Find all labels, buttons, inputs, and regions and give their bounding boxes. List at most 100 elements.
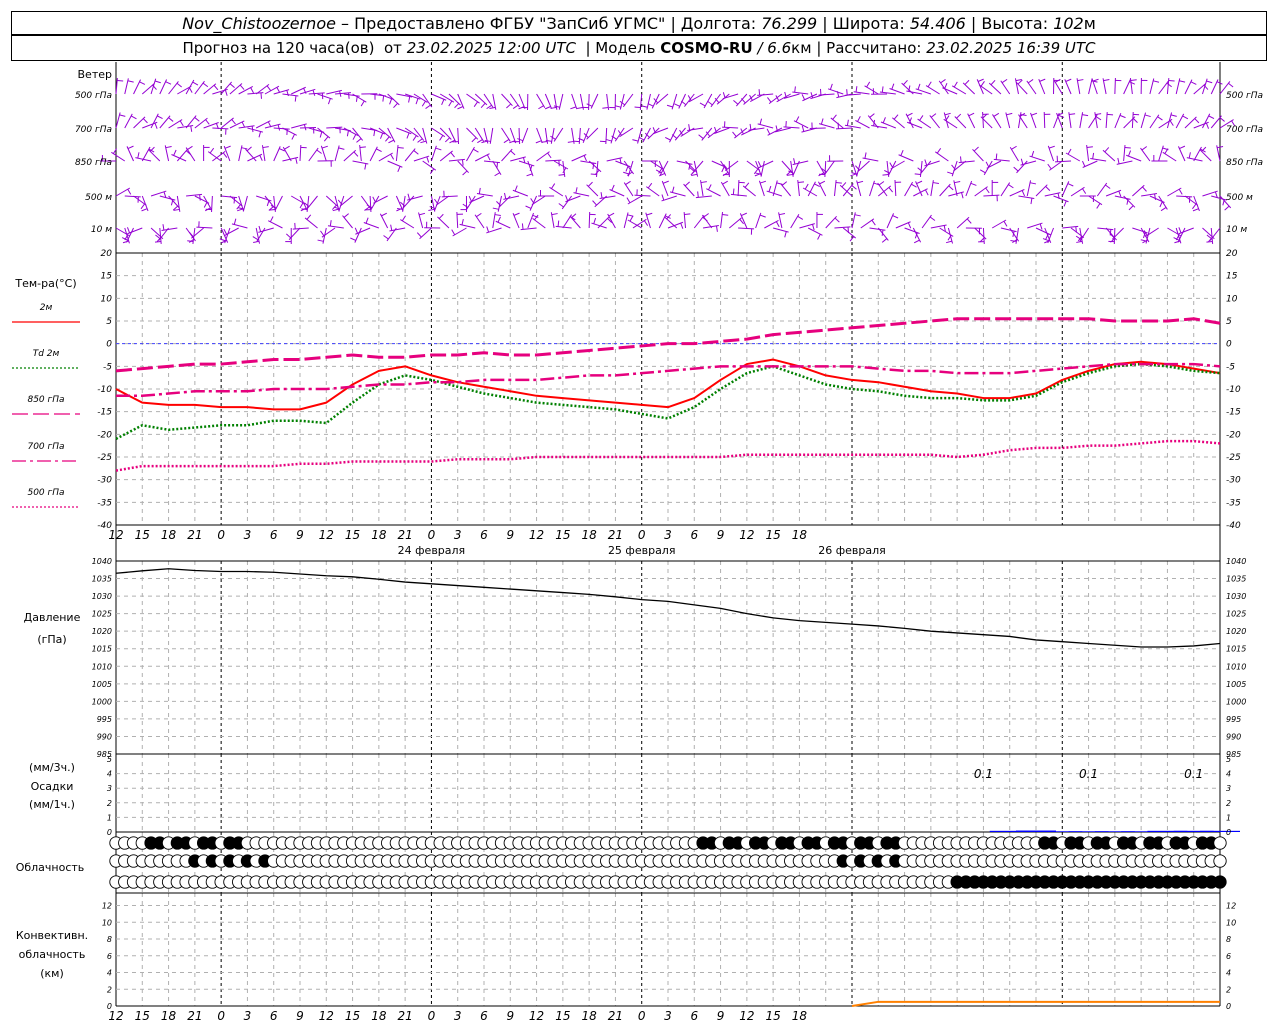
wind-barb-feather [973, 146, 979, 152]
wind-barb-feather [137, 152, 140, 159]
wind-barb-feather [600, 192, 603, 199]
wind-barb-feather [413, 150, 419, 155]
temp-legend-label: Td 2м [33, 349, 60, 359]
wind-barb [220, 117, 234, 129]
wind-barb-feather [846, 89, 848, 96]
wind-barb-feather [722, 92, 726, 99]
hour-label-bottom: 18 [792, 1009, 808, 1023]
wind-barb-feather [393, 102, 398, 109]
wind-barb-feather [966, 218, 972, 224]
wind-level-right: 10 м [1226, 225, 1247, 235]
wind-barb-feather [960, 156, 962, 163]
wind-barb-feather [1027, 79, 1034, 84]
hour-label-bottom: 3 [454, 1009, 462, 1023]
hour-label-bottom: 9 [717, 1009, 725, 1023]
wind-barb-feather [948, 185, 954, 191]
wind-barb [437, 216, 450, 229]
wind-barb-feather [154, 80, 161, 84]
wind-level-left: 500 м [85, 193, 112, 203]
wind-barb-feather [421, 100, 426, 107]
wind-barb-feather [241, 147, 248, 150]
hour-label-bottom: 9 [296, 1009, 304, 1023]
pressure-tick-left: 1010 [92, 662, 112, 671]
wind-barb-feather [165, 145, 172, 149]
wind-barb-feather [154, 241, 162, 243]
wind-barb-feather [461, 218, 464, 226]
wind-barb-feather [1095, 113, 1102, 116]
wind-barb-feather [365, 217, 369, 224]
series-layer [115, 317, 1240, 1007]
temp-legend-label: 700 гПа [27, 442, 64, 452]
precip-unit-3h: (мм/3ч.) [29, 761, 75, 774]
wind-barb-feather [721, 166, 725, 173]
wind-barb-feather [1015, 79, 1022, 82]
wind-barb-feather [250, 87, 254, 94]
wind-barb-feather [907, 222, 912, 229]
wind-barb-feather [1214, 191, 1218, 198]
hour-label-mid: 15 [766, 528, 781, 542]
conv-tick-left: 8 [107, 935, 112, 944]
wind-barb-feather [641, 105, 648, 108]
temp-tick-left: -5 [103, 362, 112, 372]
wind-barb-feather [557, 220, 560, 227]
wind-barb-feather [662, 180, 669, 184]
hour-label-mid: 15 [555, 528, 570, 542]
wind-barb [725, 160, 739, 172]
wind-barb-feather [608, 212, 615, 217]
wind-barb-feather [1092, 78, 1099, 82]
wind-barb-feather [478, 187, 481, 194]
wind-barb-feather [1192, 203, 1197, 210]
wind-barb-feather [173, 149, 177, 156]
wind-barb-feather [1082, 114, 1089, 117]
conv-tick-left: 6 [107, 952, 112, 961]
wind-barb-feather [359, 146, 366, 148]
hour-label-bottom: 12 [108, 1009, 123, 1023]
wind-barb-feather [538, 105, 544, 110]
wind-barb-feather [570, 106, 577, 110]
hour-label-mid: 12 [108, 528, 123, 542]
wind-barb-feather [674, 103, 680, 107]
wind-barb-feather [968, 112, 975, 117]
wind-barb-feather [1219, 117, 1225, 122]
wind-barb-feather [944, 112, 951, 116]
pressure-tick-right: 1040 [1226, 557, 1246, 566]
wind-barb-feather [697, 191, 699, 198]
wind-barb-feather [936, 147, 942, 154]
hour-label-bottom: 0 [428, 1009, 436, 1023]
wind-barb-feather [869, 113, 875, 118]
wind-barb [862, 157, 879, 162]
hour-label-mid: 18 [371, 528, 387, 542]
wind-barb-feather [494, 214, 501, 216]
precip-tick-right: 4 [1226, 770, 1231, 779]
wind-barb-feather [680, 222, 684, 229]
pressure-tick-right: 1000 [1226, 697, 1246, 706]
wind-barb-feather [122, 240, 129, 244]
hour-label-mid: 0 [428, 528, 436, 542]
wind-barb-feather [127, 145, 134, 150]
conv-unit: (км) [40, 967, 64, 980]
wind-barb-feather [1179, 80, 1186, 83]
temp-tick-left: 15 [101, 272, 113, 282]
wind-barb-feather [722, 180, 728, 185]
hour-label-bottom: 6 [480, 1009, 488, 1023]
wind-barb-feather [306, 214, 312, 220]
temp-title: Тем-ра(°C) [14, 277, 76, 290]
wind-barb-feather [565, 195, 569, 202]
temp-tick-right: -25 [1226, 453, 1241, 463]
wind-barb-feather [1058, 114, 1065, 118]
wind-barb-feather [260, 92, 262, 99]
wind-barb-feather [233, 218, 237, 225]
conv-tick-right: 4 [1226, 969, 1231, 978]
wind-barb-feather [473, 101, 479, 108]
wind-barb-feather [684, 213, 691, 215]
hour-label-bottom: 18 [371, 1009, 387, 1023]
wind-barb-feather [882, 117, 886, 124]
wind-barb [115, 187, 131, 197]
wind-barb-feather [666, 104, 673, 108]
wind-barb-feather [139, 81, 146, 85]
hour-label-mid: 6 [480, 528, 488, 542]
wind-barb-feather [924, 159, 928, 166]
hour-label-bottom: 15 [555, 1009, 570, 1023]
pressure-tick-left: 1005 [92, 680, 112, 689]
wind-barb [317, 127, 331, 139]
